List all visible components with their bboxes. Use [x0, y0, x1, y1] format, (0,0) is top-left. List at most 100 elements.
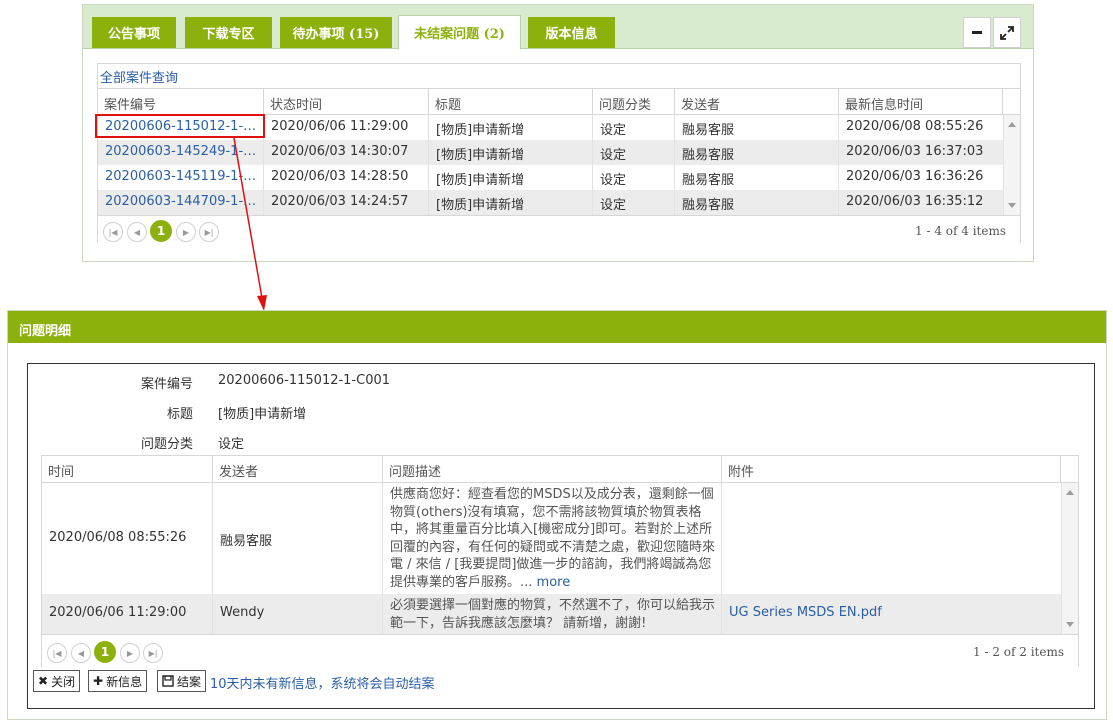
col-sender[interactable]: 发送者 — [213, 456, 383, 482]
first-page-icon: |◀ — [52, 648, 62, 658]
col-time[interactable]: 时间 — [42, 456, 213, 482]
selected-case-highlight — [95, 114, 265, 138]
first-page-button[interactable]: |◀ — [47, 643, 67, 663]
case-number-link[interactable]: 20200603-144709-1-C001 — [98, 190, 264, 215]
sender-cell: 融易客服 — [675, 115, 839, 140]
next-page-button[interactable]: ▶ — [176, 222, 196, 242]
scroll-down-icon[interactable] — [1066, 622, 1074, 627]
close-icon: ✖ — [38, 674, 49, 688]
cases-pager: |◀ ◀ 1 ▶ ▶| 1 - 4 of 4 items — [98, 215, 1020, 244]
category-cell: 设定 — [593, 115, 675, 140]
current-page-button[interactable]: 1 — [150, 220, 172, 242]
case-number-link[interactable]: 20200603-145119-1-C001 — [98, 165, 264, 190]
tab-open-issues[interactable]: 未结案问题 (2) — [398, 15, 521, 50]
latest-time-cell: 2020/06/03 16:36:26 — [846, 169, 984, 184]
close-case-button[interactable]: 结案 — [157, 670, 207, 692]
attachment-link[interactable]: UG Series MSDS EN.pdf — [722, 594, 1061, 634]
col-description[interactable]: 问题描述 — [383, 456, 722, 482]
messages-table: 时间 发送者 问题描述 附件 2020/06/08 08:55:26 融易客服 … — [41, 455, 1079, 668]
message-time-cell: 2020/06/06 11:29:00 — [42, 594, 213, 634]
current-page-button[interactable]: 1 — [94, 641, 116, 663]
category-cell: 设定 — [593, 190, 675, 215]
new-message-button[interactable]: ✚ 新信息 — [88, 670, 148, 692]
title-label: 标题 — [166, 407, 193, 422]
status-time-cell: 2020/06/03 14:30:07 — [264, 140, 429, 165]
message-description-cell: 供應商您好：經查看您的MSDS以及成分表，還剩餘一個物質(others)沒有填寫… — [383, 483, 722, 594]
prev-page-button[interactable]: ◀ — [71, 643, 91, 663]
title-cell: [物质]申请新增 — [429, 140, 593, 165]
cases-scrollbar[interactable] — [1003, 115, 1020, 215]
pager-info: 1 - 4 of 4 items — [915, 224, 1006, 238]
tab-announcements[interactable]: 公告事项 — [92, 17, 176, 48]
scroll-down-icon[interactable] — [1008, 203, 1016, 208]
table-row: 2020/06/06 11:29:00 Wendy 必須要選擇一個對應的物質，不… — [42, 594, 1061, 634]
case-number-link[interactable]: 20200603-145249-1-C001 — [98, 140, 264, 165]
messages-scrollbar[interactable] — [1061, 483, 1078, 634]
col-sender[interactable]: 发送者 — [675, 89, 839, 114]
first-page-icon: |◀ — [108, 227, 118, 237]
expand-icon — [1000, 25, 1014, 40]
more-link[interactable]: more — [537, 575, 571, 590]
tab-todo[interactable]: 待办事项 (15) — [280, 17, 392, 48]
prev-page-button[interactable]: ◀ — [127, 222, 147, 242]
tab-version-info[interactable]: 版本信息 — [528, 17, 615, 48]
issue-detail-box: 案件编号 20200606-115012-1-C001 标题 [物质]申请新增 … — [27, 363, 1095, 709]
latest-time-cell: 2020/06/03 16:35:12 — [846, 194, 984, 209]
latest-time-cell: 2020/06/08 08:55:26 — [846, 119, 984, 134]
sender-cell: 融易客服 — [675, 165, 839, 190]
latest-time-cell: 2020/06/03 16:37:03 — [846, 144, 984, 159]
prev-page-icon: ◀ — [77, 648, 85, 658]
category-cell: 设定 — [593, 165, 675, 190]
scroll-up-icon[interactable] — [1008, 122, 1016, 127]
table-row[interactable]: 20200603-145249-1-C001 2020/06/03 14:30:… — [98, 140, 1003, 165]
col-attachment[interactable]: 附件 — [722, 456, 1061, 482]
new-message-button-label: 新信息 — [106, 674, 143, 689]
title-cell: [物质]申请新增 — [429, 190, 593, 215]
close-button-label: 关闭 — [51, 674, 76, 689]
next-page-icon: ▶ — [126, 648, 134, 658]
close-case-button-label: 结案 — [177, 674, 202, 689]
cases-table-header: 案件编号 状态时间 标题 问题分类 发送者 最新信息时间 — [98, 89, 1020, 115]
next-page-button[interactable]: ▶ — [120, 643, 140, 663]
status-time-cell: 2020/06/03 14:24:57 — [264, 190, 429, 215]
status-time-cell: 2020/06/03 14:28:50 — [264, 165, 429, 190]
pager-info: 1 - 2 of 2 items — [973, 645, 1064, 659]
message-description-cell: 必須要選擇一個對應的物質，不然選不了，你可以給我示範一下，告訴我應該怎麼填？ 請… — [383, 594, 722, 634]
case-number-label: 案件编号 — [140, 377, 193, 392]
category-cell: 设定 — [593, 140, 675, 165]
maximize-button[interactable] — [993, 17, 1021, 48]
minimize-button[interactable] — [963, 17, 991, 48]
table-row[interactable]: 20200603-144709-1-C001 2020/06/03 14:24:… — [98, 190, 1003, 215]
minimize-icon — [972, 31, 982, 34]
message-time-cell: 2020/06/08 08:55:26 — [42, 483, 213, 594]
tab-bar: 公告事项 下载专区 待办事项 (15) 未结案问题 (2) 版本信息 — [83, 5, 1033, 50]
status-time-cell: 2020/06/06 11:29:00 — [264, 115, 429, 140]
message-attachment-cell — [722, 483, 1061, 594]
tab-downloads[interactable]: 下载专区 — [185, 17, 272, 48]
sender-cell: 融易客服 — [675, 190, 839, 215]
prev-page-icon: ◀ — [133, 227, 141, 237]
category-label: 问题分类 — [140, 437, 193, 452]
sender-cell: 融易客服 — [675, 140, 839, 165]
message-sender-cell: Wendy — [213, 594, 383, 634]
auto-close-notice: 10天内未有新信息，系统将会自动结案 — [210, 677, 435, 692]
col-category[interactable]: 问题分类 — [593, 89, 675, 114]
col-case-number[interactable]: 案件编号 — [98, 89, 264, 114]
last-page-button[interactable]: ▶| — [143, 643, 163, 663]
col-latest-time[interactable]: 最新信息时间 — [839, 89, 1003, 114]
messages-pager: |◀ ◀ 1 ▶ ▶| 1 - 2 of 2 items — [42, 634, 1078, 668]
col-title[interactable]: 标题 — [429, 89, 593, 114]
panel-title: 问题明细 — [8, 311, 1106, 343]
close-button[interactable]: ✖ 关闭 — [33, 670, 81, 692]
title-cell: [物质]申请新增 — [429, 115, 593, 140]
table-row[interactable]: 20200603-145119-1-C001 2020/06/03 14:28:… — [98, 165, 1003, 190]
title-cell: [物质]申请新增 — [429, 165, 593, 190]
cases-table: 案件编号 状态时间 标题 问题分类 发送者 最新信息时间 20200606-11… — [97, 88, 1021, 244]
scroll-up-icon[interactable] — [1066, 490, 1074, 495]
first-page-button[interactable]: |◀ — [103, 222, 123, 242]
category-value: 设定 — [218, 437, 245, 452]
all-cases-link[interactable]: 全部案件查询 — [97, 63, 1021, 88]
col-status-time[interactable]: 状态时间 — [264, 89, 429, 114]
message-sender-cell: 融易客服 — [213, 483, 383, 594]
last-page-button[interactable]: ▶| — [199, 222, 219, 242]
